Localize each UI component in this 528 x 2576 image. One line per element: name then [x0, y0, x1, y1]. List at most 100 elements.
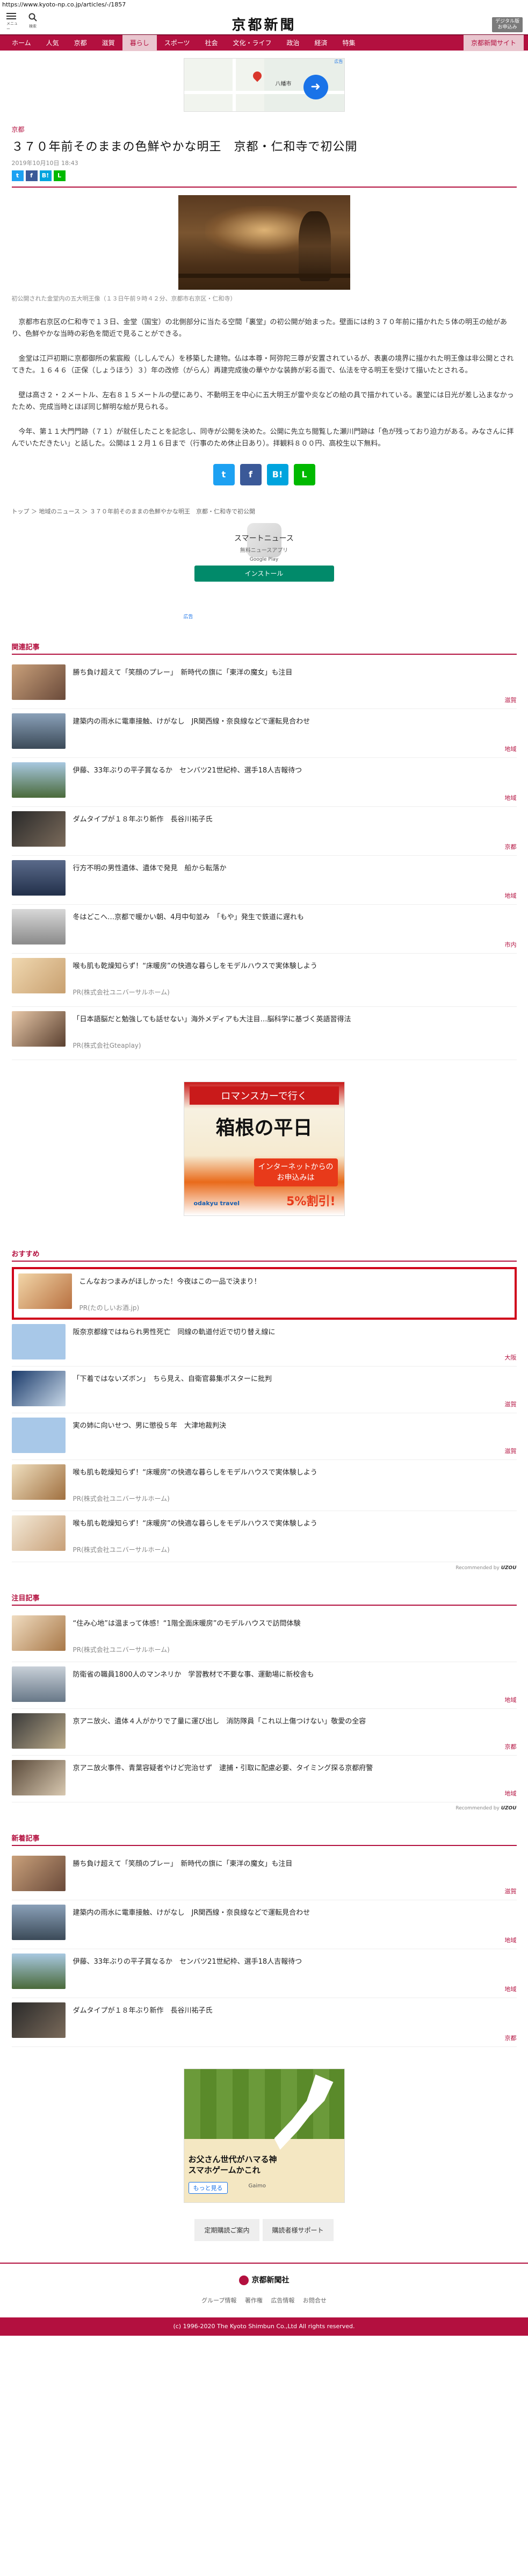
list-item[interactable]: ダムタイプが１８年ぶり新作 長谷川祐子氏 京都 [11, 1998, 517, 2047]
game-banner-ad[interactable]: お父さん世代がハマる神スマホゲームかこれ もっと見る Gaimo [183, 2069, 345, 2203]
google-play-badge: Google Play [249, 557, 279, 562]
list-item-pr[interactable]: 喉も肌も乾燥知らず！“床暖房”の快適な暮らしをモデルハウスで実体験しよう PR(… [11, 1511, 517, 1562]
list-item[interactable]: 冬はどこへ…京都で暖かい朝、4月中旬並み 「もや」発生で鉄道に遅れも 市内 [11, 905, 517, 954]
region-tag: 地域 [504, 1986, 517, 1993]
article-thumbnail [11, 2002, 66, 2038]
line-share-button[interactable]: L [293, 464, 315, 485]
list-item[interactable]: 京アニ放火、遺体４人がかりで了量に運び出し 消防隊員「これ以上傷つけない」敬愛の… [11, 1709, 517, 1756]
footer-link-group[interactable]: グループ情報 [201, 2297, 236, 2304]
nav-item-shiga[interactable]: 滋賀 [95, 35, 122, 51]
list-item-pr[interactable]: 「日本語脳だと勉強しても話せない」海外メディアも大注目…脳科学に基づく英語習得法… [11, 1007, 517, 1060]
list-item-pr[interactable]: “住み心地”は温まって体感！“1階全面床暖房”のモデルハウスで訪問体験 PR(株… [11, 1611, 517, 1662]
nav-item-politics[interactable]: 政治 [279, 35, 307, 51]
ad-hakone-text: 箱根の平日 [215, 1117, 313, 1139]
list-item[interactable]: 京アニ放火事件、青葉容疑者やけど完治せず 逮捕・引取に配慮必要、タイミング探る京… [11, 1756, 517, 1802]
nav-item-popular[interactable]: 人気 [39, 35, 67, 51]
article-date: 2019年10月10日 18:43 [11, 160, 78, 167]
article-photo-wrap [12, 195, 517, 290]
list-item-title: ダムタイプが１８年ぶり新作 長谷川祐子氏 [73, 815, 213, 824]
nav-item-kyoto[interactable]: 京都 [67, 35, 95, 51]
list-item[interactable]: ダムタイプが１８年ぶり新作 長谷川祐子氏 京都 [11, 807, 517, 856]
region-tag: 京都 [504, 2035, 517, 2042]
list-item[interactable]: 伊藤、33年ぶりの平子賞なるか センバツ21世紀枠、選手18人吉報待つ 地域 [11, 758, 517, 807]
footer-link-contact[interactable]: お問合せ [303, 2297, 327, 2304]
directions-icon[interactable]: ➜ [303, 75, 328, 99]
list-item[interactable]: 「下着ではないズボン」 ちら見え、自衛官募集ポスターに批判 滋賀 [11, 1366, 517, 1413]
top-map-ad[interactable]: 八幡市 ➜ 広告 [183, 58, 345, 112]
list-item[interactable]: 伊藤、33年ぶりの平子賞なるか センバツ21世紀枠、選手18人吉報待つ 地域 [11, 1949, 517, 1998]
list-item[interactable]: 勝ち負け超えて「笑顔のプレー」 新時代の旗に「東洋の魔女」も注目 滋賀 [11, 660, 517, 709]
footer-logo[interactable]: 京都新聞社 [0, 2274, 528, 2285]
ad-more-button[interactable]: もっと見る [188, 2182, 228, 2194]
list-item[interactable]: 勝ち負け超えて「笑顔のプレー」 新時代の旗に「東洋の魔女」も注目 滋賀 [11, 1851, 517, 1900]
section-divider [11, 1845, 517, 1846]
list-item[interactable]: 建築内の雨水に電車接触、けがなし JR関西線・奈良線などで運転見合わせ 地域 [11, 709, 517, 758]
article-thumbnail [11, 1666, 66, 1702]
breadcrumb-item[interactable]: 地域のニュース [39, 508, 80, 515]
facebook-share-button[interactable]: f [240, 464, 262, 485]
app-install-ad[interactable]: スマートニュース 無料ニュースアプリ Google Play インストール 広告 [184, 523, 345, 620]
browser-url[interactable]: https://www.kyoto-np.co.jp/articles/-/18… [0, 0, 528, 10]
ad-label[interactable]: 広告 [184, 613, 193, 620]
article-thumbnail [11, 1324, 66, 1359]
section-title-related: 関連記事 [11, 643, 40, 652]
region-tag: 滋賀 [504, 1401, 517, 1408]
notable-attribution[interactable]: Recommended by UZOU [12, 1806, 516, 1811]
footer-link-copyright[interactable]: 著作権 [245, 2297, 263, 2304]
nav-item-life[interactable]: 暮らし [122, 35, 157, 51]
list-item[interactable]: 防衛省の職員1800人のマンネリか 学習教材で不要な事、運動場に新校舎も 地域 [11, 1662, 517, 1709]
breadcrumb-item[interactable]: トップ [12, 508, 30, 515]
nav-item-culture[interactable]: 文化・ライフ [225, 35, 279, 51]
list-item-title: 「日本語脳だと勉強しても話せない」海外メディアも大注目…脳科学に基づく英語習得法 [73, 1015, 351, 1024]
list-item-title: 行方不明の男性遺体、遺体で発見 船から転落か [73, 864, 227, 872]
list-item[interactable]: 行方不明の男性遺体、遺体で発見 船から転落か 地域 [11, 856, 517, 905]
nav-item-kyoto-site[interactable]: 京都新聞サイト [463, 35, 524, 51]
list-item-pr[interactable]: 喉も肌も乾燥知らず！“床暖房”の快適な暮らしをモデルハウスで実体験しよう PR(… [11, 954, 517, 1007]
region-tag: 滋賀 [504, 697, 517, 704]
list-item[interactable]: 実の姉に向いせつ、男に懲役５年 大津地裁判決 滋賀 [11, 1413, 517, 1460]
article-thumbnail [11, 1954, 66, 1989]
line-share-icon[interactable]: L [53, 170, 66, 181]
subscription-guide-button[interactable]: 定期購読ご案内 [194, 2219, 259, 2241]
list-item-title: 京アニ放火事件、青葉容疑者やけど完治せず 逮捕・引取に配慮必要、タイミング探る京… [73, 1764, 373, 1772]
hatena-share-icon[interactable]: B! [39, 170, 52, 181]
nav-item-home[interactable]: ホーム [4, 35, 39, 51]
travel-banner-ad[interactable]: ロマンスカーで行く 箱根の平日 インターネットからの お申込みは 5%割引! o… [183, 1082, 345, 1216]
article-thumbnail [11, 762, 66, 798]
footer-link-ads[interactable]: 広告情報 [271, 2297, 294, 2304]
list-item-pr-highlighted[interactable]: こんなおつまみがほしかった！今夜はこの一品で決まり！ PR(たのしいお酒.jp) [11, 1267, 517, 1320]
article-thumbnail [11, 1464, 66, 1500]
facebook-share-icon[interactable]: f [25, 170, 38, 181]
install-button[interactable]: インストール [194, 566, 334, 582]
ad-romance-text: ロマンスカーで行く [189, 1086, 339, 1105]
list-item[interactable]: 阪奈京都線ではねられ男性死亡 同線の軌道付近で切り替え線に 大阪 [11, 1320, 517, 1366]
nav-item-economy[interactable]: 経済 [307, 35, 335, 51]
twitter-share-icon[interactable]: t [11, 170, 24, 181]
article-category[interactable]: 京都 [12, 125, 517, 134]
section-title-notable: 注目記事 [11, 1594, 40, 1602]
list-item-title: 勝ち負け超えて「笑顔のプレー」 新時代の旗に「東洋の魔女」も注目 [73, 1860, 293, 1868]
list-item-title: 勝ち負け超えて「笑顔のプレー」 新時代の旗に「東洋の魔女」も注目 [73, 669, 293, 677]
site-logo[interactable]: 京都新聞 [0, 14, 528, 34]
region-tag: 地域 [504, 746, 517, 753]
section-title-recommend: おすすめ [11, 1250, 40, 1258]
list-item-title: 阪奈京都線ではねられ男性死亡 同線の軌道付近で切り替え線に [73, 1328, 276, 1336]
list-item-title: 防衛省の職員1800人のマンネリか 学習教材で不要な事、運動場に新校舎も [73, 1671, 314, 1679]
article-photo[interactable] [178, 195, 350, 290]
nav-item-society[interactable]: 社会 [197, 35, 225, 51]
subscriber-support-button[interactable]: 購読者様サポート [262, 2219, 334, 2241]
ad-discount-text: 5%割引! [286, 1195, 336, 1208]
latest-articles: 新着記事 勝ち負け超えて「笑顔のプレー」 新時代の旗に「東洋の魔女」も注目 滋賀… [11, 1833, 517, 2047]
nav-item-sports[interactable]: スポーツ [157, 35, 198, 51]
list-item-title: 冬はどこへ…京都で暖かい朝、4月中旬並み 「もや」発生で鉄道に遅れも [73, 913, 304, 921]
share-small: t f B! L [11, 170, 517, 181]
list-item[interactable]: 建築内の雨水に電車接触、けがなし JR関西線・奈良線などで運転見合わせ 地域 [11, 1900, 517, 1949]
nav-item-special[interactable]: 特集 [335, 35, 363, 51]
list-item-pr[interactable]: 喉も肌も乾燥知らず！“床暖房”の快適な暮らしをモデルハウスで実体験しよう PR(… [11, 1460, 517, 1511]
hatena-share-button[interactable]: B! [266, 464, 288, 485]
digital-subscribe-button[interactable]: デジタル版 お申込み [492, 17, 523, 32]
twitter-share-button[interactable]: t [213, 464, 235, 485]
recommend-attribution[interactable]: Recommended by UZOU [12, 1565, 516, 1571]
ad-brand: Gaimo [248, 2183, 266, 2189]
ad-mark[interactable]: 広告 [335, 59, 343, 65]
